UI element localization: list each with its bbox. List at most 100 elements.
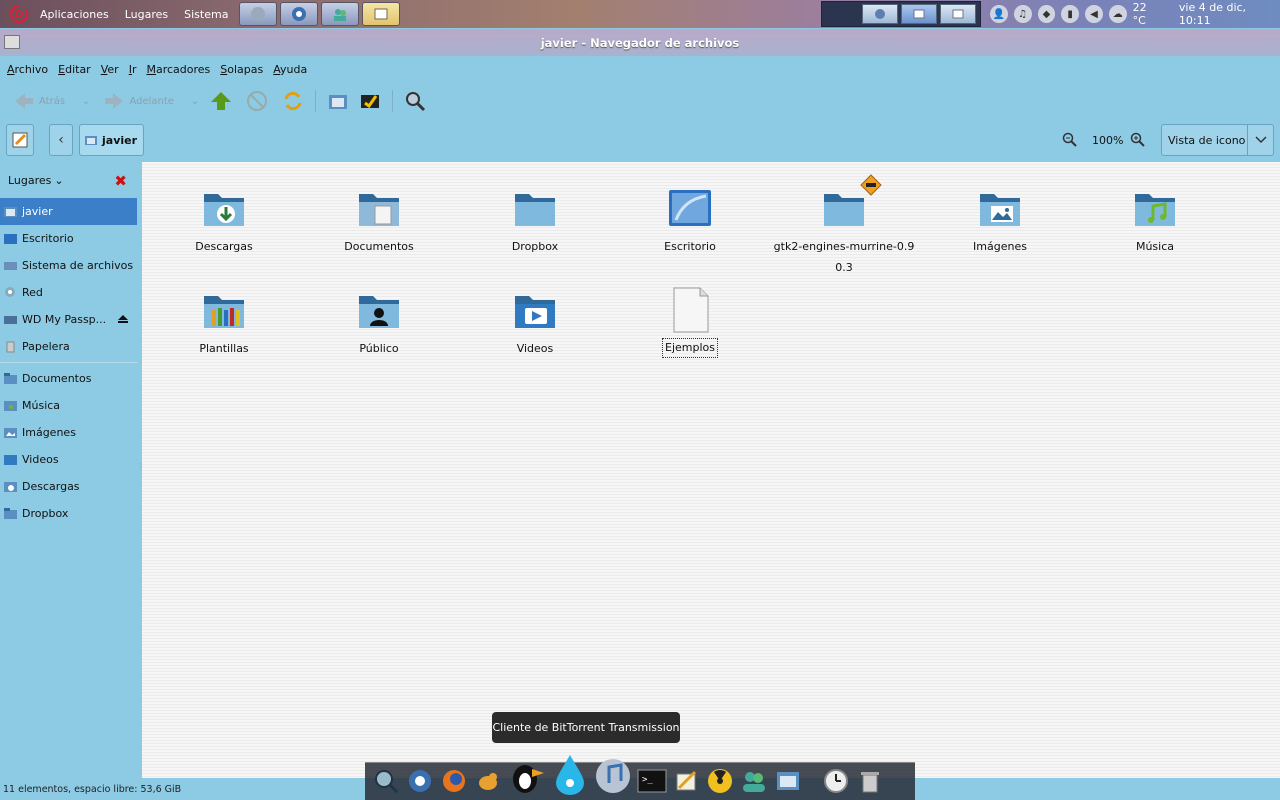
bird-client-icon[interactable]	[473, 766, 503, 796]
music-tray-icon[interactable]: ♫	[1013, 5, 1032, 23]
chevron-down-icon[interactable]: ⌄	[82, 96, 90, 107]
applications-menu[interactable]: Aplicaciones	[32, 8, 117, 21]
window-menu-icon[interactable]	[4, 35, 20, 49]
up-arrow-icon[interactable]	[209, 89, 233, 113]
search-icon[interactable]	[403, 89, 427, 113]
file-item[interactable]: Imágenes	[925, 184, 1075, 257]
network-signal-icon[interactable]: ▮	[1061, 5, 1080, 23]
sidebar-item-sistema-de-archivos[interactable]: Sistema de archivos	[0, 252, 137, 279]
file-item[interactable]: Videos	[460, 286, 610, 359]
file-item[interactable]: Público	[304, 286, 454, 359]
workspace-2[interactable]	[901, 4, 937, 24]
sidebar-item-label: Descargas	[22, 480, 80, 493]
file-item[interactable]: Escritorio	[615, 184, 765, 257]
path-back-button[interactable]: ‹	[49, 124, 73, 156]
sidebar-item-descargas[interactable]: Descargas	[0, 473, 137, 500]
view-mode-select[interactable]: Vista de icono	[1161, 124, 1274, 156]
music-player-icon[interactable]	[593, 756, 633, 796]
menu-solapas[interactable]: Solapas	[215, 63, 268, 76]
clock-icon[interactable]	[821, 766, 851, 796]
places-menu[interactable]: Lugares	[117, 8, 176, 21]
file-manager-icon[interactable]	[773, 766, 803, 796]
menu-ir[interactable]: Ir	[124, 63, 142, 76]
file-view[interactable]: Descargas Documentos Dropbox Escritorio g…	[142, 162, 1280, 778]
sidebar-resize-handle[interactable]: ⋮	[137, 462, 145, 476]
clock[interactable]: vie 4 de dic, 10:11	[1179, 1, 1280, 27]
breadcrumb-label: javier	[102, 133, 138, 147]
search-icon[interactable]	[371, 766, 401, 796]
weather-icon[interactable]: ☁	[1108, 5, 1127, 23]
file-item[interactable]: Plantillas	[149, 286, 299, 359]
pictures-folder-icon	[3, 426, 18, 439]
downloads-folder-icon	[3, 480, 18, 493]
sidebar-item-wd-my-passp[interactable]: WD My Passp...	[0, 306, 137, 333]
file-name: gtk2-engines-murrine-0.90.3	[773, 240, 915, 274]
music-launcher-icon[interactable]	[239, 2, 278, 26]
menu-ayuda[interactable]: Ayuda	[268, 63, 312, 76]
trash-icon[interactable]	[855, 766, 885, 796]
sidebar-item-label: Papelera	[22, 340, 70, 353]
system-menu[interactable]: Sistema	[176, 8, 236, 21]
file-item[interactable]: Documentos	[304, 184, 454, 257]
text-editor-icon[interactable]	[671, 766, 701, 796]
terminal-icon[interactable]: >_	[637, 766, 667, 796]
contacts-icon[interactable]	[739, 766, 769, 796]
sidebar-item-videos[interactable]: Videos	[0, 446, 137, 473]
firefox-icon[interactable]	[439, 766, 469, 796]
menu-ver[interactable]: Ver	[96, 63, 124, 76]
file-item[interactable]: gtk2-engines-murrine-0.90.3	[769, 174, 919, 278]
volume-icon[interactable]: ◀	[1085, 5, 1103, 23]
emblem-unreadable-icon	[860, 174, 882, 199]
debian-logo-icon[interactable]	[6, 1, 32, 27]
back-button[interactable]: Atrás ⌄	[6, 86, 96, 116]
close-icon[interactable]: ✖	[114, 172, 127, 190]
file-item[interactable]: Dropbox	[460, 184, 610, 257]
templates-folder-icon	[200, 286, 248, 334]
workspace-3[interactable]	[940, 4, 976, 24]
sidebar-item-papelera[interactable]: Papelera	[0, 333, 137, 360]
menu-archivo[interactable]: Archivo	[2, 63, 53, 76]
file-name: Descargas	[195, 240, 253, 253]
breadcrumb[interactable]: javier	[79, 124, 145, 156]
tooltip-text: Cliente de BitTorrent Transmission	[492, 721, 680, 734]
workspace-1[interactable]	[862, 4, 898, 24]
transmission-drop-icon[interactable]	[551, 752, 589, 796]
user-icon[interactable]: 👤	[990, 5, 1008, 23]
sidebar-item-escritorio[interactable]: Escritorio	[0, 225, 137, 252]
sidebar-item-música[interactable]: Música	[0, 392, 137, 419]
sidebar-item-dropbox[interactable]: Dropbox	[0, 500, 137, 527]
home-icon[interactable]	[326, 89, 350, 113]
window-title-bar[interactable]: javier - Navegador de archivos	[0, 29, 1280, 56]
zoom-out-icon[interactable]	[1062, 132, 1078, 151]
pidgin-toucan-icon[interactable]	[507, 756, 547, 796]
stop-icon[interactable]	[245, 89, 269, 113]
menu-editar[interactable]: Editar	[53, 63, 96, 76]
sidebar-item-imágenes[interactable]: Imágenes	[0, 419, 137, 446]
forward-button[interactable]: Adelante ⌄	[96, 86, 205, 116]
trash-icon	[3, 340, 18, 353]
file-item[interactable]: Descargas	[149, 184, 299, 257]
dropbox-tray-icon[interactable]: ◆	[1037, 5, 1056, 23]
file-name: Dropbox	[511, 240, 559, 253]
eject-icon[interactable]	[117, 314, 129, 327]
sidebar-header[interactable]: Lugares ⌄ ✖	[0, 162, 137, 198]
computer-icon[interactable]	[358, 89, 382, 113]
messenger-launcher-icon[interactable]	[321, 2, 360, 26]
chevron-down-icon[interactable]: ⌄	[191, 96, 199, 107]
radiation-burner-icon[interactable]	[705, 766, 735, 796]
file-item[interactable]: Ejemplos	[615, 286, 765, 358]
sidebar-item-documentos[interactable]: Documentos	[0, 365, 137, 392]
menubar: Archivo Editar Ver Ir Marcadores Solapas Ayuda	[0, 58, 1280, 80]
weather-temp[interactable]: 22 °C	[1133, 1, 1163, 27]
menu-label: ditar	[65, 62, 91, 76]
reload-icon[interactable]	[281, 89, 305, 113]
file-manager-launcher-icon[interactable]	[362, 2, 401, 26]
sidebar-item-javier[interactable]: javier	[0, 198, 137, 225]
edit-location-button[interactable]	[6, 124, 34, 156]
browser-launcher-icon[interactable]	[280, 2, 319, 26]
browser-icon[interactable]	[405, 766, 435, 796]
menu-marcadores[interactable]: Marcadores	[141, 63, 215, 76]
zoom-in-icon[interactable]	[1130, 132, 1146, 151]
file-item[interactable]: Música	[1080, 184, 1230, 257]
sidebar-item-red[interactable]: Red	[0, 279, 137, 306]
